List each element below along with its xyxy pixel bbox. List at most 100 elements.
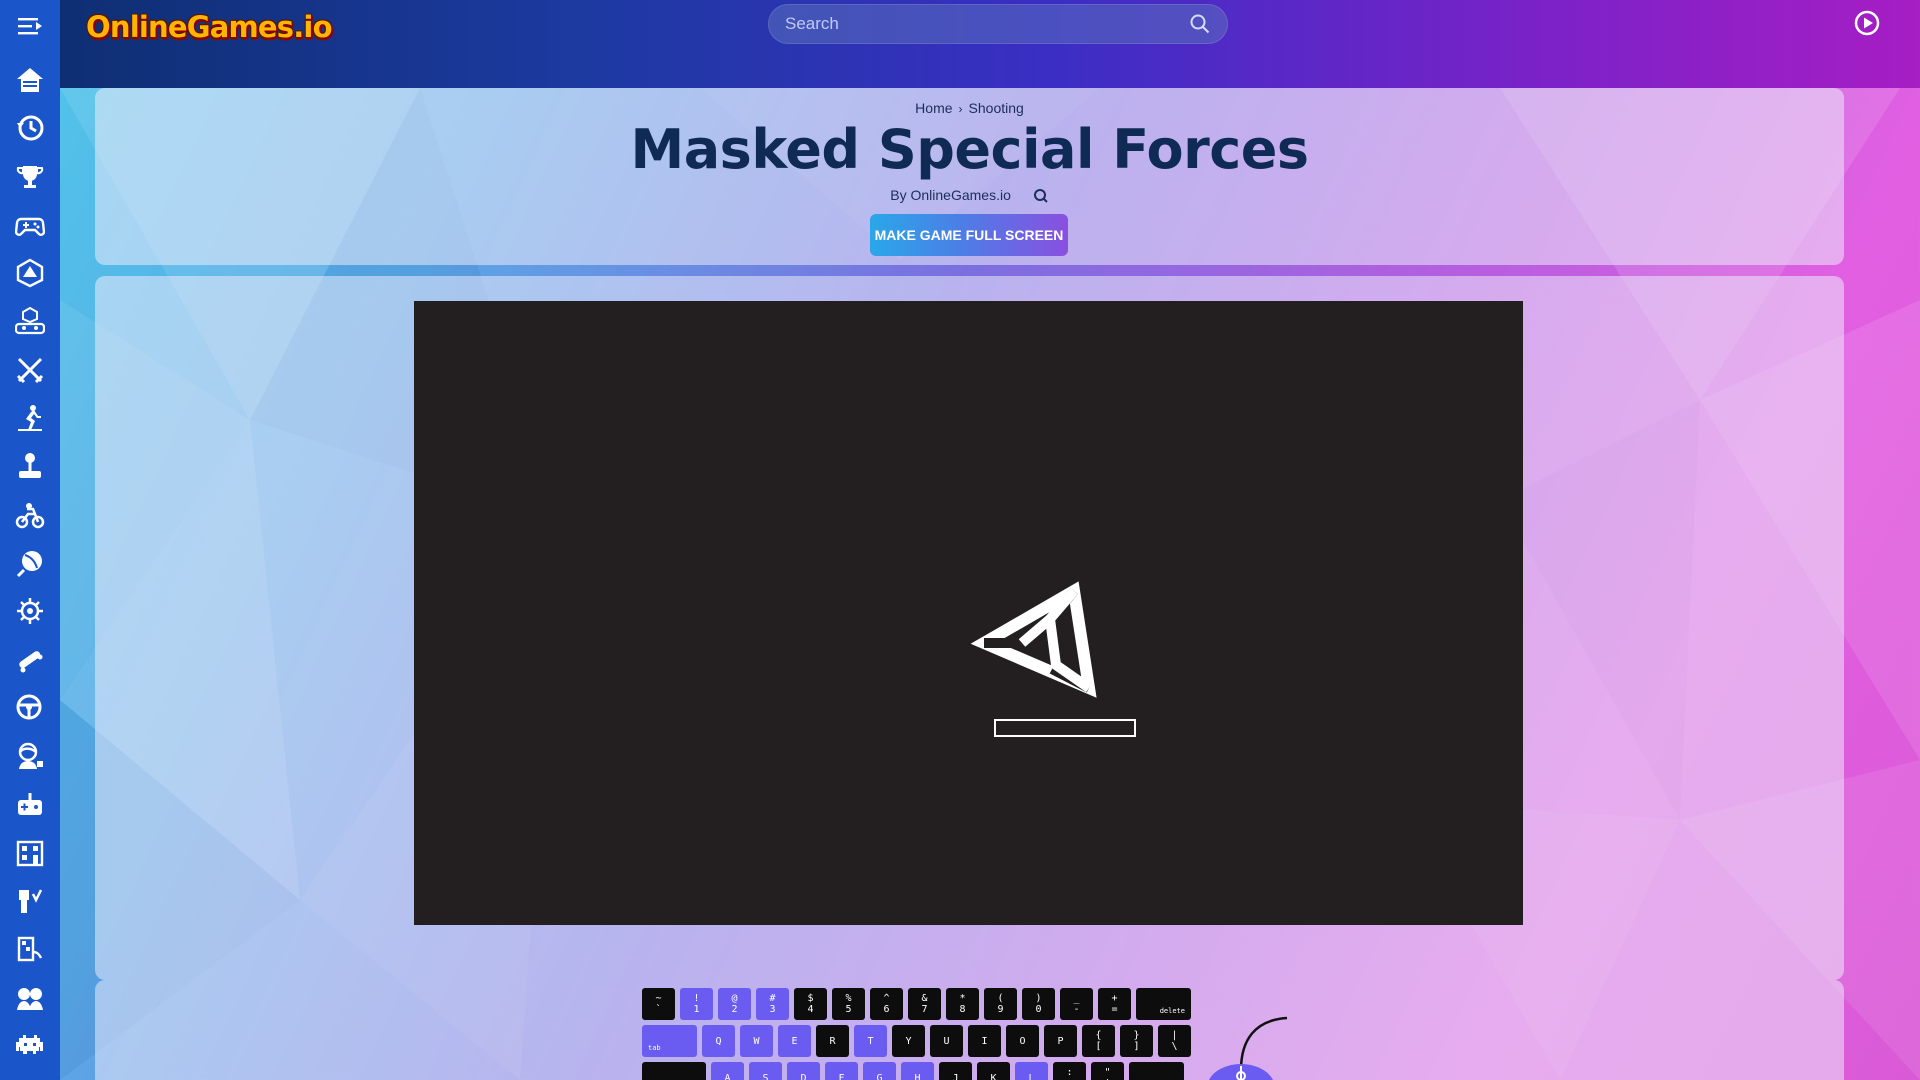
key-label-bottom: 6 [883,1004,890,1015]
key-label-top: R [829,1035,836,1047]
key-label-top: A [724,1072,731,1080]
search-bar [768,4,1228,44]
sidebar-item-sports[interactable] [12,400,48,436]
swords-icon [16,357,44,383]
key-+: + = [1098,988,1131,1020]
key-label-bottom: - [1073,1004,1080,1015]
sidebar-category-list [12,62,48,1076]
sidebar [0,0,60,1080]
key-~: ~ ` [642,988,675,1020]
key-label-top: | [1171,1030,1178,1041]
friends-icon [17,987,43,1010]
fullscreen-button[interactable]: MAKE GAME FULL SCREEN [870,214,1068,256]
menu-icon [18,18,42,35]
key-(: (9 [984,988,1017,1020]
key-label-top: K [990,1072,997,1080]
key-label-bottom: 0 [1035,1004,1042,1015]
key-label-top: D [800,1072,807,1080]
sidebar-item-action[interactable] [12,352,48,388]
sidebar-item-io[interactable] [12,593,48,629]
key-label-top: G [876,1072,883,1080]
key-label-top: E [791,1035,798,1047]
keyboard-row-qwerty: tab Q W E R T Y U I O P{[}] | \ [642,1025,1196,1057]
sidebar-item-minecraft[interactable] [12,883,48,919]
byline-text: By OnlineGames.io [890,187,1011,203]
sidebar-item-board[interactable] [12,255,48,291]
sidebar-item-retro[interactable] [12,1028,48,1064]
game-header-card: Home › Shooting Masked Special Forces By O… [95,88,1844,265]
sidebar-item-top[interactable] [12,159,48,195]
key-label-bottom: 8 [959,1004,966,1015]
minecraft-icon [19,889,43,914]
skateboard-icon [19,650,43,673]
page-title: Masked Special Forces [630,118,1310,181]
sidebar-item-puzzle[interactable] [12,303,48,339]
key-%: % 5 [832,988,865,1020]
key-label-top: U [943,1035,950,1047]
sidebar-item-home[interactable] [12,62,48,98]
sidebar-item-bike[interactable] [12,497,48,533]
key-Y: Y [892,1025,925,1057]
key-label-top: @ [731,993,738,1004]
game-byline: By OnlineGames.io [95,187,1844,204]
key-label-top: T [867,1035,874,1047]
key-label-bottom: 7 [921,1004,928,1015]
menu-toggle-button[interactable] [17,14,43,38]
puzzle-icon [17,937,43,962]
key-Q: Q [702,1025,735,1057]
key-label-top: % [845,993,852,1004]
search-button[interactable] [1189,13,1211,35]
key-label-top: " [1104,1067,1111,1078]
unity-logo-icon [970,581,1097,698]
search-input[interactable] [785,14,1189,34]
breadcrumb-category-link[interactable]: Shooting [969,100,1024,116]
sidebar-item-puzzles[interactable] [12,931,48,967]
sidebar-item-arcade[interactable] [12,448,48,484]
key-label-bottom: 1 [693,1004,700,1015]
sidebar-item-skill[interactable] [12,642,48,678]
key-label-top: L [1028,1072,1035,1080]
sidebar-item-building[interactable] [12,835,48,871]
key-E: E [778,1025,811,1057]
key-label-bottom: ` [655,1004,662,1015]
key-A: A [711,1062,744,1080]
key-label-top: & [921,993,928,1004]
key-label-top: P [1057,1035,1064,1047]
play-button[interactable] [1854,10,1880,36]
home-icon [17,68,43,92]
sidebar-item-games[interactable] [12,207,48,243]
key-": "' [1091,1062,1124,1080]
key-label-bottom: 3 [769,1004,776,1015]
sidebar-item-girls[interactable] [12,738,48,774]
key-label-top: $ [807,993,814,1004]
sidebar-item-multiplayer[interactable] [12,980,48,1016]
key-label-top: Q [715,1035,722,1047]
trophy-icon [16,165,44,188]
site-logo[interactable]: OnlineGames.io [86,6,333,48]
virus-icon [17,598,43,625]
search-icon [1033,189,1048,204]
byline-search-button[interactable] [1033,188,1049,204]
game-canvas[interactable] [414,301,1523,925]
sidebar-item-2player[interactable] [12,786,48,822]
sidebar-item-recent[interactable] [12,110,48,146]
key-label-top: O [1019,1035,1026,1047]
key-label-top: Y [905,1035,912,1047]
breadcrumb-home-link[interactable]: Home [915,100,952,116]
key-label-top: ( [997,993,1004,1004]
history-icon [17,115,44,141]
key-^: ^ 6 [870,988,903,1020]
key-*: * 8 [946,988,979,1020]
search-icon [1190,14,1210,34]
key-label-top: * [959,993,966,1004]
dice-icon [16,258,44,288]
controls-card: ~ `! 1 @2 #3 $4% 5 ^ 6 & 7 * 8(9) 0 _ - + = delete tab Q W E R… [95,980,1844,1080]
key-label-top: # [769,993,776,1004]
key-$: $4 [794,988,827,1020]
key-P: P [1044,1025,1077,1057]
sidebar-item-ball[interactable] [12,545,48,581]
key-!: ! 1 [680,988,713,1020]
key-label-top: J [952,1072,959,1080]
sidebar-item-racing[interactable] [12,690,48,726]
key-delete: delete [1136,988,1191,1020]
